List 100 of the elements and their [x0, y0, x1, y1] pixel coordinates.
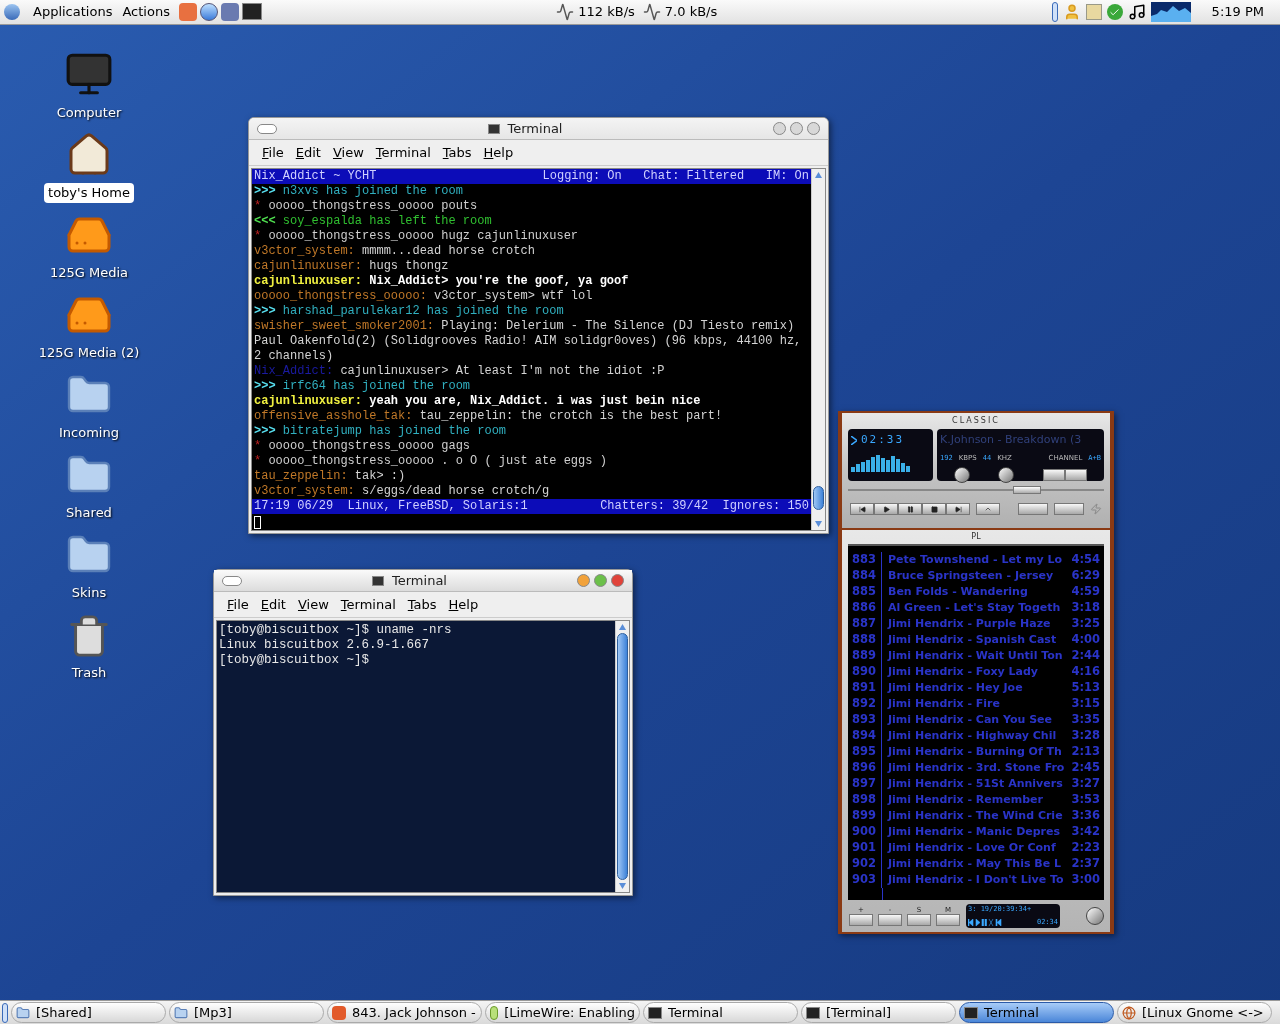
play-button[interactable] — [874, 503, 898, 515]
terminal-output-line: [toby@biscuitbox ~]$ — [219, 653, 371, 668]
upload-rate: 7.0 kB/s — [664, 3, 718, 22]
eject-button[interactable] — [976, 503, 1000, 515]
volume-knob[interactable] — [1086, 907, 1104, 925]
track-duration: 3:42 — [1070, 823, 1101, 841]
scroll-down-arrow-icon[interactable] — [619, 883, 626, 889]
volume-knob[interactable] — [954, 467, 971, 483]
scrollbar[interactable] — [811, 169, 825, 530]
playlist-button[interactable] — [849, 914, 873, 926]
scroll-up-arrow-icon[interactable] — [619, 624, 626, 630]
chat-marker: * — [254, 199, 262, 213]
menu-item[interactable]: View — [292, 594, 334, 615]
panel-menu[interactable]: Applications — [28, 2, 118, 22]
desktop-icon-label[interactable]: 125G Media — [45, 263, 133, 283]
taskbar-button[interactable]: [Linux Gnome <-> — [1117, 1002, 1272, 1023]
taskbar-button[interactable]: Terminal — [959, 1002, 1114, 1023]
taskbar-button[interactable]: 843. Jack Johnson - — [327, 1002, 482, 1023]
track-duration: 3:28 — [1070, 727, 1101, 745]
minimize-button[interactable] — [773, 122, 786, 135]
pause-button[interactable] — [898, 503, 922, 515]
close-button[interactable] — [807, 122, 820, 135]
menu-item[interactable]: File — [222, 594, 254, 615]
equalizer-button[interactable] — [1042, 469, 1065, 481]
menu-item[interactable]: Terminal — [335, 594, 401, 615]
menu-item[interactable]: Tabs — [402, 594, 442, 615]
taskbar-button[interactable]: Terminal — [643, 1002, 798, 1023]
chat-marker: >>> — [254, 304, 276, 318]
taskbar-button[interactable]: [Shared] — [11, 1002, 166, 1023]
menu-item[interactable]: File — [257, 142, 289, 163]
track-duration: 3:18 — [1070, 599, 1101, 617]
stop-button[interactable] — [922, 503, 946, 515]
taskbar-button[interactable]: [LimeWire: Enabling — [485, 1002, 640, 1023]
track-number: 900 — [848, 824, 882, 840]
launcher-icon[interactable] — [178, 3, 197, 21]
minimize-button[interactable] — [577, 574, 590, 587]
track-duration: 2:13 — [1070, 743, 1101, 761]
track-duration: 3:15 — [1070, 695, 1101, 713]
track-number: 899 — [848, 808, 882, 824]
desktop-icon-label[interactable]: toby's Home — [44, 183, 134, 203]
track-number: 901 — [848, 840, 882, 856]
desktop-icon-label[interactable]: Trash — [67, 663, 111, 683]
next-button[interactable] — [946, 503, 970, 515]
scrollbar-thumb[interactable] — [813, 486, 824, 510]
close-button[interactable] — [611, 574, 624, 587]
maximize-button[interactable] — [790, 122, 803, 135]
taskbar-button[interactable]: [Mp3] — [169, 1002, 324, 1023]
lightning-icon — [1090, 503, 1102, 515]
menu-item[interactable]: View — [327, 142, 369, 163]
menu-item[interactable]: Tabs — [437, 142, 477, 163]
track-number: 903 — [848, 872, 882, 888]
seek-thumb[interactable] — [1013, 486, 1042, 494]
launcher-icon[interactable] — [220, 3, 239, 21]
playlist-button[interactable] — [878, 914, 902, 926]
playlist-toggle-button[interactable] — [1064, 469, 1087, 481]
repeat-button[interactable] — [1054, 503, 1084, 515]
taskbar-button[interactable]: [Terminal] — [801, 1002, 956, 1023]
clock[interactable]: 5:19 PM — [1211, 2, 1264, 22]
chat-message: mmmm...dead horse crotch — [362, 244, 535, 258]
playlist-label: PL — [971, 531, 981, 543]
chat-message: irfc64 has joined the room — [282, 379, 471, 393]
scroll-up-arrow-icon[interactable] — [815, 172, 822, 178]
desktop-icon-label[interactable]: Shared — [62, 503, 116, 523]
balance-knob[interactable] — [998, 467, 1015, 483]
desktop-icon-label[interactable]: Skins — [67, 583, 111, 603]
music-note-icon[interactable] — [1127, 3, 1146, 21]
playlist-button[interactable] — [936, 914, 960, 926]
menu-item[interactable]: Edit — [290, 142, 326, 163]
maximize-button[interactable] — [594, 574, 607, 587]
terminal-icon — [487, 123, 500, 134]
chat-marker: <<< — [254, 214, 276, 228]
chat-marker: >>> — [254, 424, 276, 438]
desktop-icon-label[interactable]: 125G Media (2) — [34, 343, 144, 363]
terminal-output-line: Linux biscuitbox 2.6.9-1.667 — [219, 638, 431, 653]
menu-item[interactable]: Help — [443, 594, 484, 615]
track-duration: 4:00 — [1070, 631, 1101, 649]
song-title: K.Johnson - Breakdown (3 — [940, 432, 1083, 448]
scrollbar[interactable] — [615, 621, 629, 892]
playlist-button[interactable] — [907, 914, 931, 926]
stop-icon — [930, 505, 938, 513]
check-icon[interactable] — [1106, 4, 1123, 20]
desktop-icon-label[interactable]: Incoming — [55, 423, 123, 443]
scroll-down-arrow-icon[interactable] — [815, 521, 822, 527]
chat-footer-info: 17:19 06/29 Linux, FreeBSD, Solaris:1 — [254, 499, 528, 514]
globe-icon — [1122, 1005, 1136, 1020]
menu-item[interactable]: Help — [478, 142, 519, 163]
menu-item[interactable]: Edit — [255, 594, 291, 615]
chat-message: ooooo_thongstress_ooooo gags — [268, 439, 471, 453]
chat-marker: * — [254, 229, 262, 243]
window-menu-button[interactable] — [222, 575, 242, 586]
terminal-icon[interactable] — [241, 3, 262, 20]
desktop-icon-label[interactable]: Computer — [52, 103, 126, 123]
play-icon — [882, 505, 890, 513]
tray-app-icon[interactable] — [1085, 4, 1102, 20]
previous-button[interactable] — [850, 503, 874, 515]
menu-item[interactable]: Terminal — [370, 142, 436, 163]
scrollbar-thumb[interactable] — [617, 633, 628, 880]
panel-menu[interactable]: Actions — [117, 2, 175, 22]
window-menu-button[interactable] — [257, 123, 277, 134]
shuffle-button[interactable] — [1018, 503, 1048, 515]
